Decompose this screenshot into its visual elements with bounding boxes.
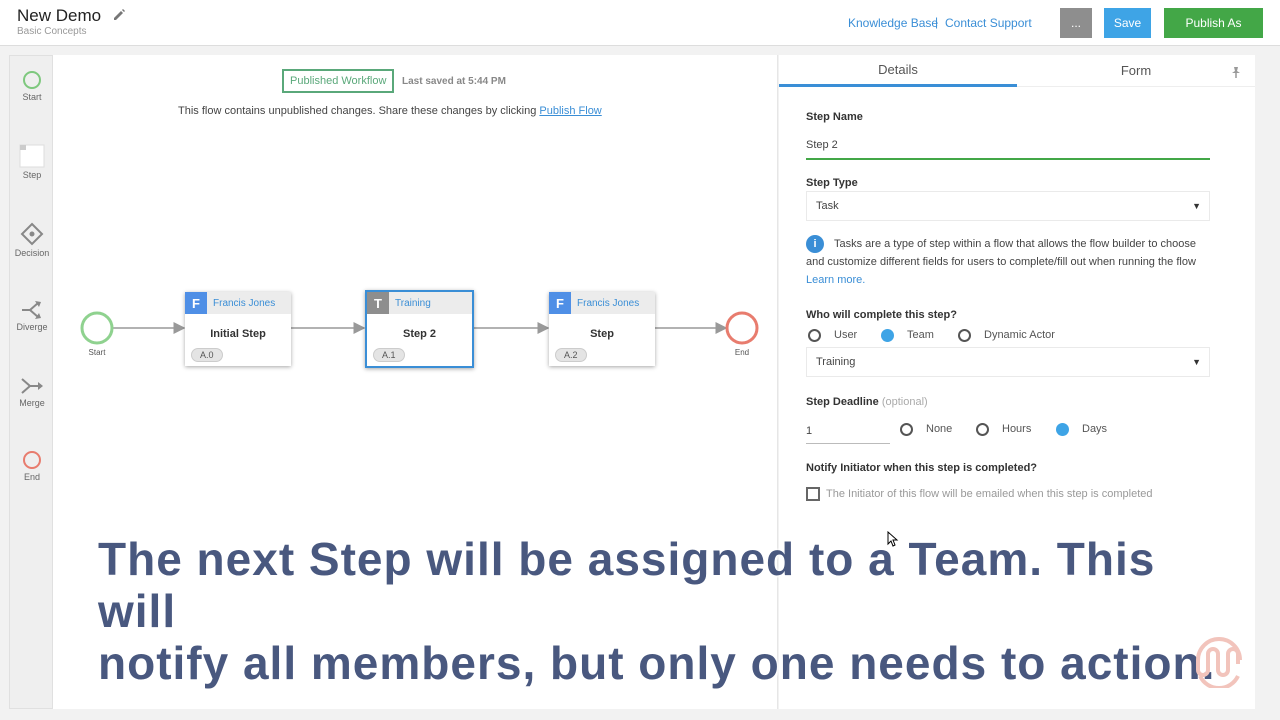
learn-more-link[interactable]: Learn more. xyxy=(806,274,865,286)
step-name: Step 2 xyxy=(402,328,436,340)
end-circle-icon xyxy=(23,451,41,469)
more-options-button[interactable]: ... xyxy=(1060,8,1092,38)
step-card-header: F Francis Jones xyxy=(549,292,655,314)
step-box-icon xyxy=(19,144,45,168)
step-deadline-text: Step Deadline xyxy=(806,396,879,408)
decision-diamond-icon xyxy=(20,222,44,246)
toolbar-start[interactable]: Start xyxy=(10,70,54,102)
workflow-subtitle: Basic Concepts xyxy=(17,26,87,37)
step-code-badge: A.1 xyxy=(373,348,405,362)
toolbar-decision-label: Decision xyxy=(14,248,50,258)
tab-details[interactable]: Details xyxy=(779,55,1017,87)
radio-team-label: Team xyxy=(907,329,934,341)
who-completes-label: Who will complete this step? xyxy=(806,309,957,321)
radio-deadline-none-label: None xyxy=(926,423,953,435)
toolbar-end-label: End xyxy=(23,472,40,482)
team-value: Training xyxy=(816,356,856,368)
step-actor-type-icon: F xyxy=(185,292,207,314)
tutorial-caption: The next Step will be assigned to a Team… xyxy=(98,533,1228,689)
workflow-title[interactable]: New Demo xyxy=(17,6,101,26)
caret-down-icon: ▼ xyxy=(1192,357,1201,367)
radio-deadline-days[interactable] xyxy=(1056,423,1069,436)
step-name-input[interactable] xyxy=(806,132,1210,160)
app-header: New Demo Basic Concepts Knowledge Base |… xyxy=(0,0,1280,46)
team-select[interactable]: Training ▼ xyxy=(806,347,1210,377)
toolbar-step[interactable]: Step xyxy=(10,144,54,180)
caption-line-1: The next Step will be assigned to a Team… xyxy=(98,533,1156,637)
step-card-step[interactable]: F Francis Jones Step A.2 xyxy=(549,292,655,366)
deadline-value-input[interactable] xyxy=(806,418,890,444)
radio-team[interactable] xyxy=(881,329,894,342)
step-name-label: Step Name xyxy=(806,111,863,123)
optional-hint: (optional) xyxy=(881,396,928,408)
toolbar-merge-label: Merge xyxy=(19,398,45,408)
step-deadline-label: Step Deadline (optional) xyxy=(806,396,928,408)
element-toolbar: Start Step Decision Diverge Merge End xyxy=(9,55,53,709)
toolbar-step-label: Step xyxy=(22,170,42,180)
step-type-value: Task xyxy=(816,200,839,212)
merge-arrows-icon xyxy=(21,378,43,394)
diverge-arrows-icon xyxy=(22,301,41,319)
step-card-header: T Training xyxy=(367,292,472,314)
notify-initiator-checkbox[interactable] xyxy=(806,487,820,501)
step-code-badge: A.2 xyxy=(555,348,587,362)
save-button[interactable]: Save xyxy=(1104,8,1151,38)
step-actor-type-icon: T xyxy=(367,292,389,314)
step-actor-name: Francis Jones xyxy=(577,298,640,309)
toolbar-end[interactable]: End xyxy=(10,450,54,482)
notify-initiator-label: Notify Initiator when this step is compl… xyxy=(806,462,1038,474)
step-actor-type-icon: F xyxy=(549,292,571,314)
end-node-label: End xyxy=(734,348,750,357)
step-actor-name: Francis Jones xyxy=(213,298,276,309)
header-separator: | xyxy=(935,15,939,29)
start-node-label: Start xyxy=(88,348,106,357)
radio-dynamic-actor[interactable] xyxy=(958,329,971,342)
end-node xyxy=(725,311,759,345)
toolbar-decision[interactable]: Decision xyxy=(10,222,54,258)
pencil-edit-icon[interactable] xyxy=(112,8,126,22)
step-card-header: F Francis Jones xyxy=(185,292,291,314)
radio-deadline-none[interactable] xyxy=(900,423,913,436)
step-name: Initial Step xyxy=(210,328,266,340)
radio-deadline-days-label: Days xyxy=(1082,423,1108,435)
brand-logo-icon xyxy=(1196,637,1242,688)
step-type-info-text: Tasks are a type of step within a flow t… xyxy=(806,235,1196,289)
caption-line-2: notify all members, but only one needs t… xyxy=(98,637,1216,689)
start-node xyxy=(80,311,114,345)
info-icon: i xyxy=(806,235,824,253)
notify-initiator-text: The Initiator of this flow will be email… xyxy=(826,488,1153,500)
step-card-step-2[interactable]: T Training Step 2 A.1 xyxy=(365,290,474,368)
step-code-badge: A.0 xyxy=(191,348,223,362)
radio-user-label: User xyxy=(834,329,858,341)
pin-icon[interactable] xyxy=(1229,65,1243,79)
caret-down-icon: ▼ xyxy=(1192,201,1201,211)
step-type-label: Step Type xyxy=(806,177,858,189)
knowledge-base-link[interactable]: Knowledge Base xyxy=(848,16,938,30)
toolbar-diverge[interactable]: Diverge xyxy=(10,300,54,332)
toolbar-diverge-label: Diverge xyxy=(16,322,48,332)
publish-as-button[interactable]: Publish As xyxy=(1164,8,1263,38)
tab-form[interactable]: Form xyxy=(1017,55,1255,87)
radio-deadline-hours[interactable] xyxy=(976,423,989,436)
info-text-body: Tasks are a type of step within a flow t… xyxy=(806,238,1196,268)
contact-support-link[interactable]: Contact Support xyxy=(945,16,1032,30)
step-card-initial[interactable]: F Francis Jones Initial Step A.0 xyxy=(185,292,291,366)
step-name: Step xyxy=(590,328,614,340)
step-type-select[interactable]: Task ▼ xyxy=(806,191,1210,221)
radio-dynamic-actor-label: Dynamic Actor xyxy=(984,329,1055,341)
radio-deadline-hours-label: Hours xyxy=(1002,423,1032,435)
toolbar-merge[interactable]: Merge xyxy=(10,376,54,408)
step-actor-name: Training xyxy=(395,298,431,309)
radio-user[interactable] xyxy=(808,329,821,342)
toolbar-start-label: Start xyxy=(22,92,42,102)
start-circle-icon xyxy=(23,71,41,89)
